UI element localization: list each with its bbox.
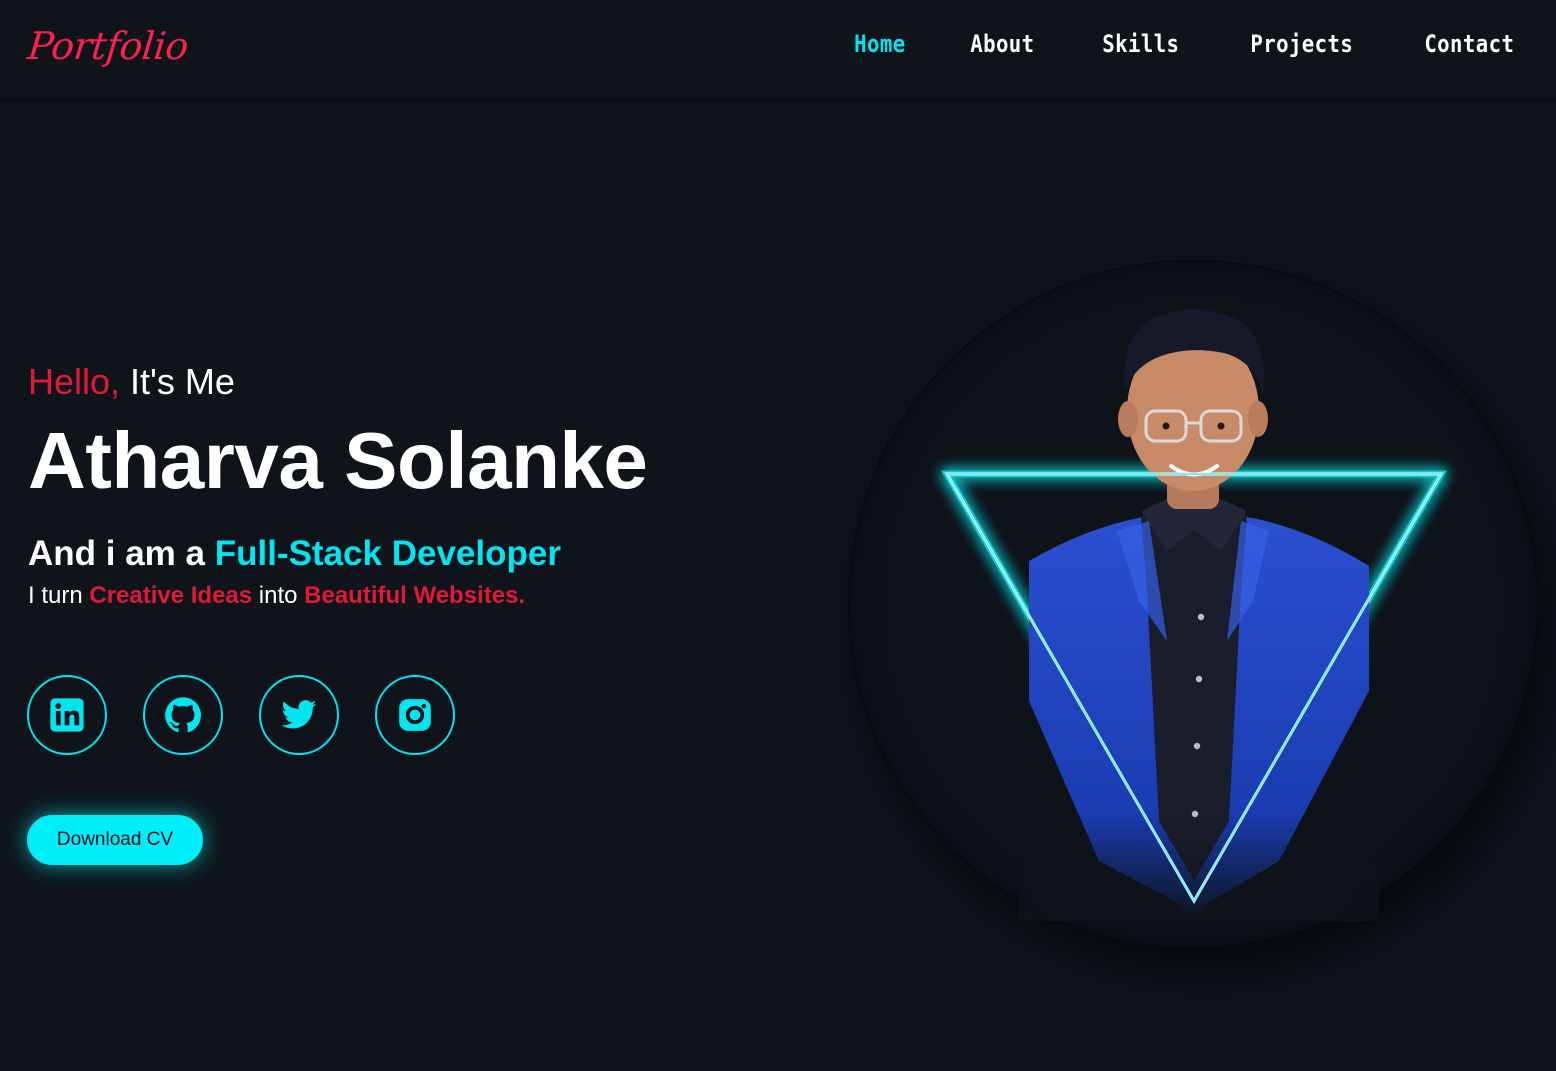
- hero-tagline: I turn Creative Ideas into Beautiful Web…: [28, 580, 748, 612]
- nav-skills[interactable]: Skills: [1102, 30, 1179, 58]
- linkedin-icon: [50, 698, 84, 732]
- nav-contact[interactable]: Contact: [1425, 30, 1515, 58]
- tagline-part-1: I turn: [28, 582, 90, 609]
- nav-about[interactable]: About: [971, 30, 1035, 58]
- twitter-button[interactable]: [259, 675, 339, 755]
- social-links: [27, 675, 455, 755]
- greeting-rest: It's Me: [120, 361, 235, 402]
- linkedin-button[interactable]: [27, 675, 107, 755]
- nav-projects[interactable]: Projects: [1250, 30, 1353, 58]
- instagram-icon: [399, 699, 431, 731]
- tagline-part-2: into: [252, 582, 305, 609]
- role-title: Full-Stack Developer: [214, 534, 561, 573]
- nav-links: Home About Skills Projects Contact: [850, 30, 1523, 58]
- portrait-illustration: [940, 309, 1448, 921]
- person-figure: [1019, 309, 1379, 921]
- instagram-button[interactable]: [375, 675, 455, 755]
- profile-portrait: [848, 260, 1538, 948]
- tagline-highlight-2: Beautiful Websites.: [304, 582, 526, 609]
- greeting: Hello, It's Me: [28, 358, 748, 406]
- navbar: Portfolio Home About Skills Projects Con…: [0, 0, 1556, 98]
- site-logo[interactable]: Portfolio: [26, 24, 191, 68]
- nav-home[interactable]: Home: [854, 30, 905, 58]
- github-icon: [165, 697, 201, 733]
- hero-text: Hello, It's Me Atharva Solanke And i am …: [28, 358, 748, 612]
- github-button[interactable]: [143, 675, 223, 755]
- greeting-highlight: Hello,: [28, 361, 121, 402]
- role-prefix: And i am a: [28, 534, 215, 573]
- hero-role: And i am a Full-Stack Developer: [28, 532, 748, 576]
- download-cv-button[interactable]: Download CV: [27, 815, 203, 865]
- hero-name: Atharva Solanke: [28, 416, 648, 505]
- twitter-icon: [281, 700, 317, 729]
- tagline-highlight-1: Creative Ideas: [89, 582, 253, 609]
